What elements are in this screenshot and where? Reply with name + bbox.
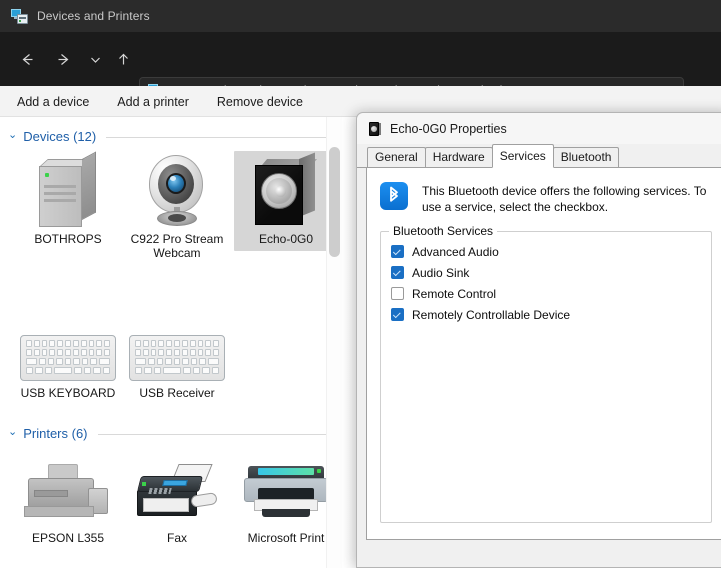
service-row-advanced-audio[interactable]: Advanced Audio <box>391 243 701 260</box>
webcam-icon <box>125 151 229 229</box>
printer-tile-epson-l355[interactable]: EPSON L355 <box>16 450 120 550</box>
device-tile-usb-receiver[interactable]: USB Receiver <box>125 305 229 405</box>
tab-general[interactable]: General <box>367 147 426 167</box>
groupbox-legend: Bluetooth Services <box>389 224 498 238</box>
device-tile-label: USB KEYBOARD <box>20 386 116 400</box>
dialog-tabstrip: General Hardware Services Bluetooth <box>357 144 721 168</box>
bluetooth-banner-text: This Bluetooth device offers the followi… <box>422 184 707 214</box>
forward-arrow-icon[interactable] <box>45 41 81 77</box>
printer-tile-label: Fax <box>166 531 187 545</box>
bluetooth-services-groupbox: Bluetooth Services Advanced Audio Audio … <box>380 224 712 523</box>
printer-tile-microsoft-print[interactable]: Microsoft Print <box>234 450 338 550</box>
back-arrow-icon[interactable] <box>9 41 45 77</box>
group-title-devices: Devices (12) <box>23 129 97 144</box>
checkbox-advanced-audio[interactable] <box>391 245 404 258</box>
devices-and-printers-icon <box>11 8 28 24</box>
keyboard-icon <box>125 305 229 383</box>
device-tile-label: BOTHROPS <box>34 232 102 246</box>
service-label: Advanced Audio <box>412 244 499 259</box>
vertical-scrollbar[interactable] <box>326 117 342 568</box>
device-tile-c922-pro-stream-webcam[interactable]: C922 Pro Stream Webcam <box>125 151 229 265</box>
keyboard-icon <box>16 305 120 383</box>
device-tile-label: USB Receiver <box>139 386 215 400</box>
chevron-down-icon[interactable]: ⌄ <box>8 427 17 438</box>
group-rule <box>97 434 338 435</box>
fax-machine-icon <box>125 450 229 528</box>
window-title: Devices and Printers <box>37 9 150 23</box>
dialog-title: Echo-0G0 Properties <box>390 121 507 136</box>
checkbox-audio-sink[interactable] <box>391 266 404 279</box>
bluetooth-icon <box>380 182 408 210</box>
group-rule <box>106 137 338 138</box>
tab-bluetooth[interactable]: Bluetooth <box>552 147 620 167</box>
remove-device-button[interactable]: Remove device <box>217 95 303 109</box>
titlebar-right-filler <box>699 0 721 32</box>
service-label: Remotely Controllable Device <box>412 307 571 322</box>
pc-tower-icon <box>16 151 120 229</box>
checkbox-remote-control[interactable] <box>391 287 404 300</box>
tab-hardware[interactable]: Hardware <box>424 147 493 167</box>
chevron-down-icon[interactable]: ⌄ <box>8 130 17 141</box>
tab-services[interactable]: Services <box>491 144 554 168</box>
device-tile-label: C922 Pro Stream Webcam <box>130 232 224 260</box>
scrollbar-thumb[interactable] <box>329 147 340 257</box>
speaker-device-icon <box>368 121 382 136</box>
inkjet-printer-icon <box>16 450 120 528</box>
group-header-devices[interactable]: ⌄ Devices (12) <box>8 129 338 144</box>
navigation-bar: › Control Panel › Hardware and Sound › D… <box>0 32 721 105</box>
laser-printer-icon <box>234 450 338 528</box>
service-row-remotely-controllable-device[interactable]: Remotely Controllable Device <box>391 306 701 323</box>
add-a-device-button[interactable]: Add a device <box>17 95 89 109</box>
bluetooth-banner: This Bluetooth device offers the followi… <box>380 182 712 215</box>
device-tile-usb-keyboard[interactable]: USB KEYBOARD <box>16 305 120 405</box>
dialog-titlebar: Echo-0G0 Properties <box>357 113 721 144</box>
checkbox-remotely-controllable-device[interactable] <box>391 308 404 321</box>
screen-root: Devices and Printers › <box>0 0 721 568</box>
service-row-remote-control[interactable]: Remote Control <box>391 285 701 302</box>
services-tab-panel: This Bluetooth device offers the followi… <box>366 168 721 540</box>
echo-properties-dialog: Echo-0G0 Properties General Hardware Ser… <box>356 112 721 568</box>
group-header-printers[interactable]: ⌄ Printers (6) <box>8 426 338 441</box>
service-label: Remote Control <box>412 286 497 301</box>
up-arrow-icon[interactable] <box>105 41 141 77</box>
service-label: Audio Sink <box>412 265 470 280</box>
speaker-icon <box>234 151 338 229</box>
service-row-audio-sink[interactable]: Audio Sink <box>391 264 701 281</box>
device-tile-label: Echo-0G0 <box>258 232 314 246</box>
printer-tile-label: EPSON L355 <box>31 531 105 545</box>
window-titlebar: Devices and Printers <box>0 0 699 32</box>
printer-tile-label: Microsoft Print <box>247 531 325 545</box>
device-tile-bothrops[interactable]: BOTHROPS <box>16 151 120 251</box>
group-title-printers: Printers (6) <box>23 426 88 441</box>
add-a-printer-button[interactable]: Add a printer <box>117 95 189 109</box>
printer-tile-fax[interactable]: Fax <box>125 450 229 550</box>
device-tile-echo-0g0[interactable]: Echo-0G0 <box>234 151 338 251</box>
